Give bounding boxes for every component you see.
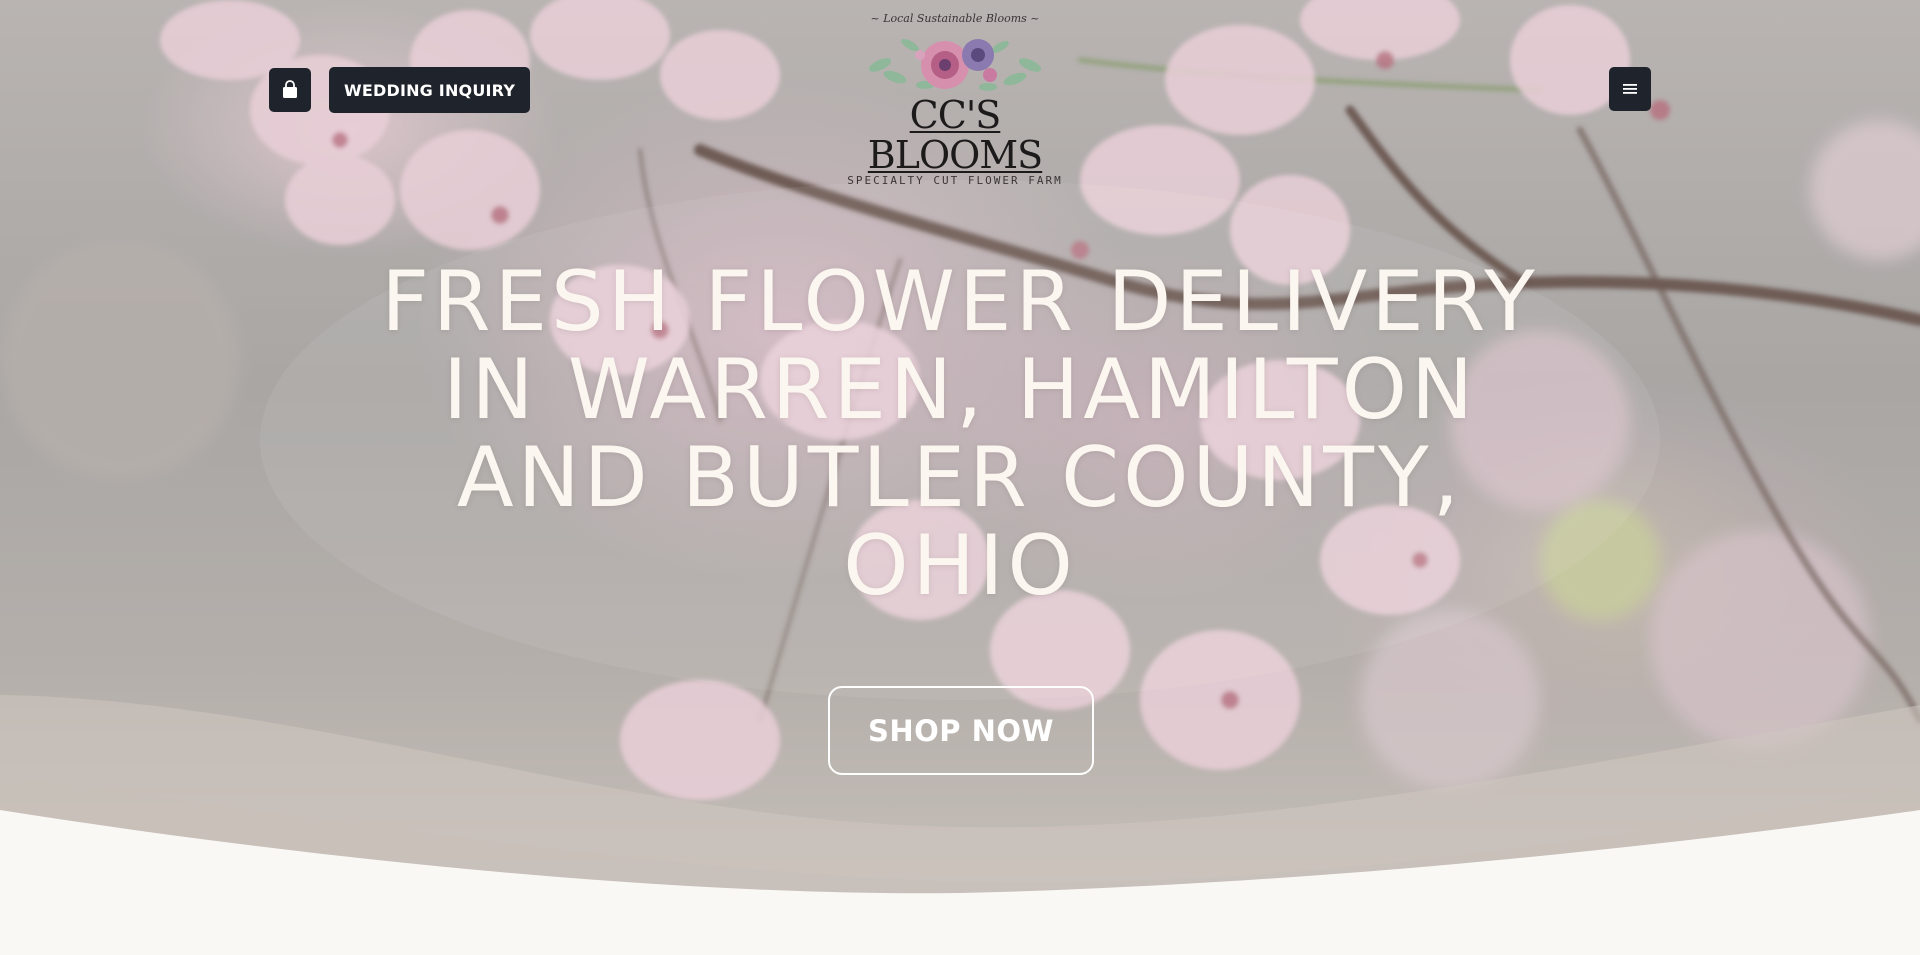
logo-subtitle: SPECIALTY CUT FLOWER FARM bbox=[847, 174, 1063, 187]
shop-now-button[interactable]: SHOP NOW bbox=[828, 686, 1094, 775]
wedding-inquiry-button[interactable]: WEDDING INQUIRY bbox=[329, 67, 531, 113]
header-actions: WEDDING INQUIRY bbox=[269, 67, 531, 113]
hero-headline: FRESH FLOWER DELIVERY IN WARREN, HAMILTO… bbox=[381, 253, 1539, 614]
hero-section: WEDDING INQUIRY ~ Local Sustainable Bloo… bbox=[0, 0, 1920, 955]
site-logo[interactable]: ~ Local Sustainable Blooms ~ CC'S BLOOMS… bbox=[820, 8, 1090, 187]
logo-tagline: ~ Local Sustainable Blooms ~ bbox=[870, 12, 1040, 25]
shopping-bag-icon bbox=[283, 80, 297, 98]
cart-button[interactable] bbox=[269, 68, 311, 112]
hamburger-menu-icon bbox=[1623, 84, 1637, 94]
floral-wreath-icon bbox=[868, 38, 1042, 91]
logo-title: CC'S BLOOMS bbox=[867, 93, 1043, 177]
menu-button[interactable] bbox=[1609, 67, 1651, 111]
